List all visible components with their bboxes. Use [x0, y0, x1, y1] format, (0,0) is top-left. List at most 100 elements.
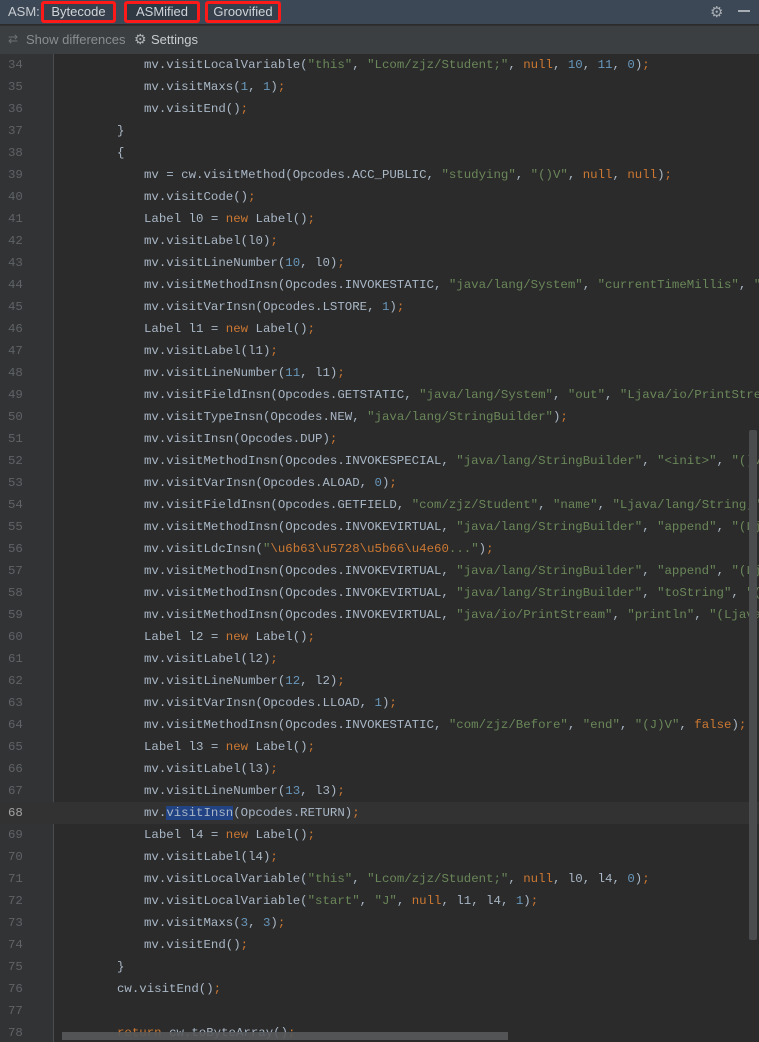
code-token: ,	[694, 608, 710, 622]
tab-asmified[interactable]: ASMified	[124, 1, 200, 23]
line-number: 61	[8, 652, 23, 666]
code-line[interactable]: 49 mv.visitFieldInsn(Opcodes.GETSTATIC, "…	[0, 384, 759, 406]
horizontal-scrollbar[interactable]	[62, 1032, 508, 1040]
code-token: ,	[738, 278, 754, 292]
gear-icon[interactable]: ⚙	[710, 3, 723, 21]
code-token: Label l3 =	[144, 740, 226, 754]
code-token: mv.visitLabel(l0)	[144, 234, 271, 248]
code-line[interactable]: 40 mv.visitCode();	[0, 186, 759, 208]
code-line[interactable]: 77	[0, 1000, 759, 1022]
code-line[interactable]: 73 mv.visitMaxs(3, 3);	[0, 912, 759, 934]
show-differences-button[interactable]: Show differences	[26, 32, 126, 47]
code-token: ,	[352, 872, 368, 886]
code-token: , l0, l4,	[553, 872, 628, 886]
tab-groovified[interactable]: Groovified	[205, 1, 281, 23]
code-token: ;	[560, 410, 568, 424]
code-line[interactable]: 50 mv.visitTypeInsn(Opcodes.NEW, "java/la…	[0, 406, 759, 428]
code-line[interactable]: 76 cw.visitEnd();	[0, 978, 759, 1000]
code-line[interactable]: 61 mv.visitLabel(l2);	[0, 648, 759, 670]
code-token: ;	[337, 784, 345, 798]
code-token: mv.visitFieldInsn(Opcodes.GETFIELD,	[144, 498, 412, 512]
code-token: "java/lang/System"	[419, 388, 553, 402]
line-number: 64	[8, 718, 23, 732]
code-line[interactable]: 71 mv.visitLocalVariable("this", "Lcom/zj…	[0, 868, 759, 890]
code-line[interactable]: 56 mv.visitLdcInsn("\u6b63\u5728\u5b66\u4…	[0, 538, 759, 560]
code-line[interactable]: 45 mv.visitVarInsn(Opcodes.LSTORE, 1);	[0, 296, 759, 318]
code-line[interactable]: 75}	[0, 956, 759, 978]
code-token: mv = cw.visitMethod(Opcodes.ACC_PUBLIC,	[144, 168, 442, 182]
code-token: null	[523, 872, 553, 886]
code-line[interactable]: 55 mv.visitMethodInsn(Opcodes.INVOKEVIRTU…	[0, 516, 759, 538]
code-line[interactable]: 51 mv.visitInsn(Opcodes.DUP);	[0, 428, 759, 450]
code-line[interactable]: 41 Label l0 = new Label();	[0, 208, 759, 230]
vertical-scrollbar[interactable]	[749, 430, 757, 940]
code-token: ;	[213, 982, 222, 996]
line-number: 68	[8, 806, 23, 820]
code-line[interactable]: 34 mv.visitLocalVariable("this", "Lcom/zj…	[0, 54, 759, 76]
code-line[interactable]: 54 mv.visitFieldInsn(Opcodes.GETFIELD, "c…	[0, 494, 759, 516]
code-line[interactable]: 47 mv.visitLabel(l1);	[0, 340, 759, 362]
line-number: 51	[8, 432, 23, 446]
code-line[interactable]: 37}	[0, 120, 759, 142]
code-line[interactable]: 74 mv.visitEnd();	[0, 934, 759, 956]
code-token: ,	[731, 586, 747, 600]
code-text: mv.visitCode();	[144, 186, 256, 208]
line-number: 59	[8, 608, 23, 622]
line-number: 56	[8, 542, 23, 556]
code-text: mv.visitEnd();	[144, 934, 248, 956]
code-text: Label l0 = new Label();	[144, 208, 315, 230]
code-line[interactable]: 60 Label l2 = new Label();	[0, 626, 759, 648]
code-line[interactable]: 36 mv.visitEnd();	[0, 98, 759, 120]
code-token: "this"	[307, 58, 353, 72]
line-number: 37	[8, 124, 23, 138]
line-number: 71	[8, 872, 23, 886]
code-line[interactable]: 62 mv.visitLineNumber(12, l2);	[0, 670, 759, 692]
code-token: , l1)	[300, 366, 338, 380]
code-line[interactable]: 42 mv.visitLabel(l0);	[0, 230, 759, 252]
code-token: 13	[285, 784, 301, 798]
code-token: , l0)	[300, 256, 338, 270]
code-line[interactable]: 58 mv.visitMethodInsn(Opcodes.INVOKEVIRTU…	[0, 582, 759, 604]
code-line[interactable]: 65 Label l3 = new Label();	[0, 736, 759, 758]
code-line[interactable]: 46 Label l1 = new Label();	[0, 318, 759, 340]
code-text: mv.visitMethodInsn(Opcodes.INVOKESPECIAL…	[144, 450, 759, 472]
code-line[interactable]: 52 mv.visitMethodInsn(Opcodes.INVOKESPECI…	[0, 450, 759, 472]
code-line[interactable]: 35 mv.visitMaxs(1, 1);	[0, 76, 759, 98]
code-line[interactable]: 69 Label l4 = new Label();	[0, 824, 759, 846]
code-line[interactable]: 66 mv.visitLabel(l3);	[0, 758, 759, 780]
code-line[interactable]: 64 mv.visitMethodInsn(Opcodes.INVOKESTATI…	[0, 714, 759, 736]
code-token: ,	[612, 168, 628, 182]
code-token: ,	[582, 278, 598, 292]
code-text: mv.visitLocalVariable("start", "J", null…	[144, 890, 538, 912]
code-line[interactable]: 59 mv.visitMethodInsn(Opcodes.INVOKEVIRTU…	[0, 604, 759, 626]
code-text: }	[117, 120, 124, 142]
settings-button[interactable]: Settings	[151, 32, 198, 47]
code-line[interactable]: 70 mv.visitLabel(l4);	[0, 846, 759, 868]
line-number: 38	[8, 146, 23, 160]
code-line[interactable]: 57 mv.visitMethodInsn(Opcodes.INVOKEVIRTU…	[0, 560, 759, 582]
code-line[interactable]: 38 {	[0, 142, 759, 164]
code-line[interactable]: 72 mv.visitLocalVariable("start", "J", nu…	[0, 890, 759, 912]
settings-gear-icon[interactable]: ⚙	[134, 31, 147, 48]
minimize-icon[interactable]	[738, 10, 750, 12]
code-line[interactable]: 53 mv.visitVarInsn(Opcodes.ALOAD, 0);	[0, 472, 759, 494]
code-text: Label l1 = new Label();	[144, 318, 315, 340]
code-token: "J"	[374, 894, 397, 908]
code-line[interactable]: 48 mv.visitLineNumber(11, l1);	[0, 362, 759, 384]
code-line[interactable]: 68 mv.visitInsn(Opcodes.RETURN);	[0, 802, 759, 824]
tab-bytecode[interactable]: Bytecode	[41, 1, 116, 23]
code-text: mv.visitMethodInsn(Opcodes.INVOKEVIRTUAL…	[144, 604, 759, 626]
code-line[interactable]: 39 mv = cw.visitMethod(Opcodes.ACC_PUBLIC…	[0, 164, 759, 186]
code-token: mv.visitLabel(l4)	[144, 850, 271, 864]
code-token: ;	[337, 366, 345, 380]
code-token: "java/lang/System"	[448, 278, 583, 292]
code-token: mv.visitMethodInsn(Opcodes.INVOKEVIRTUAL…	[144, 586, 457, 600]
code-token: "Ljava/io/PrintStream;"	[619, 388, 759, 402]
code-line[interactable]: 43 mv.visitLineNumber(10, l0);	[0, 252, 759, 274]
code-token: ;	[352, 806, 360, 820]
code-line[interactable]: 44 mv.visitMethodInsn(Opcodes.INVOKESTATI…	[0, 274, 759, 296]
code-line[interactable]: 63 mv.visitVarInsn(Opcodes.LLOAD, 1);	[0, 692, 759, 714]
code-line[interactable]: 67 mv.visitLineNumber(13, l3);	[0, 780, 759, 802]
code-editor[interactable]: 34 mv.visitLocalVariable("this", "Lcom/zj…	[0, 54, 759, 1042]
code-token: ,	[567, 168, 583, 182]
